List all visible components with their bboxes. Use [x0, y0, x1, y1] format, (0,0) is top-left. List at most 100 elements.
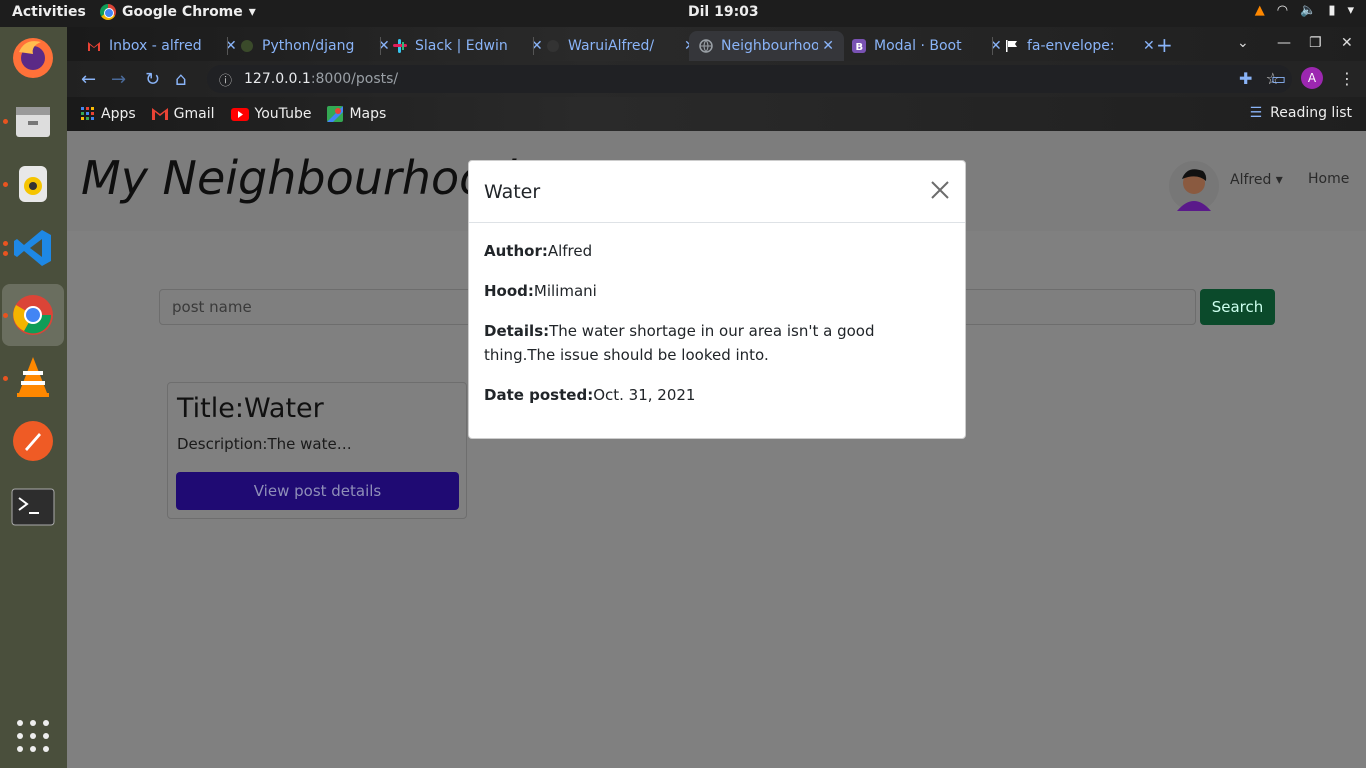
running-indicator — [3, 119, 8, 124]
files-icon[interactable] — [9, 97, 57, 145]
hood-value: Milimani — [533, 282, 597, 300]
activities-button[interactable]: Activities — [12, 4, 86, 20]
maps-icon — [327, 106, 344, 122]
show-applications-icon[interactable] — [17, 720, 49, 752]
view-post-details-button[interactable]: View post details — [176, 472, 459, 510]
bookmark-label: Gmail — [173, 106, 215, 122]
more-menu-icon[interactable]: ⋮ — [1339, 69, 1355, 88]
vlc-icon[interactable] — [9, 353, 57, 401]
user-avatar[interactable] — [1169, 161, 1219, 211]
bookmark-label: Apps — [101, 106, 136, 122]
svg-text:B: B — [856, 42, 864, 53]
tab-title: Slack | Edwin — [415, 38, 508, 54]
address-bar[interactable]: ⓘ 127.0.0.1 :8000/posts/ ☆ — [207, 65, 1292, 93]
close-icon[interactable] — [929, 179, 951, 201]
battery-icon: ▮ — [1328, 3, 1336, 18]
chrome-icon — [100, 4, 116, 20]
tab-title: Inbox - alfred — [109, 38, 202, 54]
gmail-icon — [151, 108, 168, 120]
python-icon — [241, 40, 253, 52]
post-card: Title:Water Description:The wate… View p… — [167, 382, 467, 519]
bookmark-gmail[interactable]: Gmail — [151, 106, 215, 122]
running-indicator — [3, 313, 8, 318]
bookmark-label: YouTube — [254, 106, 312, 122]
system-top-bar: Activities Google Chrome ▾ Dil 19:03 ▲ ◠… — [0, 0, 1366, 27]
clock[interactable]: Dil 19:03 — [688, 4, 759, 20]
rhythmbox-icon[interactable] — [9, 160, 57, 208]
chevron-down-icon: ▾ — [248, 4, 256, 20]
volume-icon: 🔈 — [1300, 3, 1317, 18]
wifi-icon: ◠ — [1276, 3, 1289, 18]
vlc-tray-icon[interactable]: ▲ — [1255, 3, 1265, 18]
close-icon[interactable]: ✕ — [822, 38, 834, 54]
search-button[interactable]: Search — [1200, 289, 1275, 325]
tab-separator — [227, 37, 228, 55]
reading-list-button[interactable]: ☰ Reading list — [1250, 105, 1352, 121]
post-details-modal: Water Author:Alfred Hood:Milimani Detail… — [468, 160, 966, 439]
cast-icon[interactable]: ▭ — [1271, 69, 1286, 88]
extensions-icon[interactable]: ✚ — [1239, 69, 1252, 88]
slack-icon — [393, 39, 407, 53]
apps-grid-icon — [81, 107, 94, 120]
app-menu-label: Google Chrome — [122, 4, 243, 20]
date-value: Oct. 31, 2021 — [593, 386, 696, 404]
tab-bootstrap[interactable]: B Modal · Boot ✕ — [842, 31, 1012, 61]
site-brand[interactable]: My Neighbourhood — [81, 151, 516, 205]
tab-python[interactable]: Python/djang ✕ — [230, 31, 400, 61]
post-card-description: Description:The wate… — [177, 435, 352, 453]
tab-font-awesome[interactable]: fa-envelope: ✕ — [995, 31, 1165, 61]
tab-slack[interactable]: Slack | Edwin ✕ — [383, 31, 553, 61]
bookmark-apps[interactable]: Apps — [81, 106, 136, 122]
tab-gmail[interactable]: Inbox - alfred ✕ — [77, 31, 247, 61]
user-dropdown[interactable]: Alfred ▾ — [1230, 172, 1283, 188]
running-indicator — [3, 376, 8, 381]
tab-neighbourhood[interactable]: Neighbourhoo ✕ — [689, 31, 844, 61]
reading-list-icon: ☰ — [1249, 105, 1263, 121]
chrome-dock-icon[interactable] — [2, 284, 64, 346]
firefox-icon[interactable] — [9, 34, 57, 82]
tab-title: fa-envelope: — [1027, 38, 1115, 54]
hood-row: Hood:Milimani — [484, 279, 950, 303]
system-tray[interactable]: ▲ ◠ 🔈 ▮ ▾ — [1255, 3, 1354, 18]
home-link[interactable]: Home — [1308, 171, 1349, 187]
hood-label: Hood: — [484, 282, 534, 300]
tab-separator — [380, 37, 381, 55]
github-icon — [547, 40, 559, 52]
forward-icon[interactable]: → — [111, 69, 126, 90]
tab-title: Python/djang — [262, 38, 355, 54]
tab-title: WaruiAlfred/ — [568, 38, 655, 54]
post-card-title: Title:Water — [177, 393, 324, 424]
bookmarks-bar: Apps Gmail YouTube Maps ☰ Reading list — [67, 97, 1366, 131]
tab-strip: Inbox - alfred ✕ Python/djang ✕ Slack | … — [67, 27, 1366, 61]
caret-down-icon: ▾ — [1275, 172, 1283, 188]
close-window-icon[interactable]: ✕ — [1341, 35, 1353, 51]
reload-icon[interactable]: ↻ — [145, 69, 160, 90]
bootstrap-icon: B — [852, 39, 866, 53]
terminal-icon[interactable] — [9, 483, 57, 531]
flag-icon — [1006, 40, 1017, 52]
date-label: Date posted: — [484, 386, 594, 404]
tab-search-icon[interactable]: ⌄ — [1237, 35, 1249, 51]
maximize-icon[interactable]: ❐ — [1309, 35, 1322, 51]
tab-separator — [533, 37, 534, 55]
info-icon[interactable]: ⓘ — [219, 70, 232, 89]
author-label: Author: — [484, 242, 548, 260]
details-label: Details: — [484, 322, 550, 340]
bookmark-maps[interactable]: Maps — [327, 106, 386, 122]
postman-icon[interactable] — [9, 417, 57, 465]
vscode-icon[interactable] — [9, 224, 57, 272]
close-icon[interactable]: ✕ — [1143, 38, 1155, 54]
profile-avatar[interactable]: A — [1301, 67, 1323, 89]
browser-toolbar: ← → ↻ ⌂ ⓘ 127.0.0.1 :8000/posts/ ☆ ✚ ▭ A… — [67, 61, 1366, 97]
minimize-icon[interactable]: — — [1277, 35, 1291, 51]
running-indicator — [3, 241, 8, 246]
running-indicator — [3, 182, 8, 187]
tab-github[interactable]: WaruiAlfred/ ✕ — [536, 31, 706, 61]
back-icon[interactable]: ← — [81, 69, 96, 90]
date-row: Date posted:Oct. 31, 2021 — [484, 383, 950, 407]
browser-window: Inbox - alfred ✕ Python/djang ✕ Slack | … — [67, 27, 1366, 131]
new-tab-icon[interactable]: + — [1156, 33, 1173, 57]
app-menu[interactable]: Google Chrome ▾ — [100, 4, 256, 20]
bookmark-youtube[interactable]: YouTube — [230, 106, 312, 122]
home-icon[interactable]: ⌂ — [175, 69, 186, 90]
